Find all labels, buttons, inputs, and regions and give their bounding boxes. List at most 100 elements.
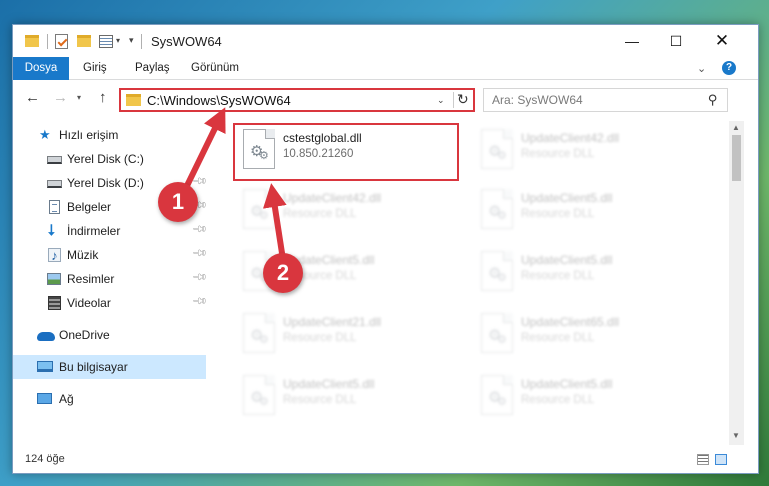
customize-toolbar-icon[interactable]: ▾: [129, 35, 134, 46]
file-item[interactable]: ⚙⚙ UpdateClient5.dll Resource DLL: [471, 245, 691, 305]
address-dropdown-icon[interactable]: ⌄: [437, 95, 445, 106]
videos-icon: [48, 296, 61, 310]
navigation-bar: ← → ▾ ↑ C:\Windows\SysWOW64 ⌄ ↻ Ara: Sys…: [13, 82, 758, 116]
address-path[interactable]: C:\Windows\SysWOW64: [147, 93, 291, 108]
file-item[interactable]: ⚙ ⚙ UpdateClient21.dll Resource DLL: [233, 307, 453, 367]
pictures-icon: [47, 273, 61, 285]
file-item[interactable]: ⚙⚙ UpdateClient5.dll Resource DLL: [471, 183, 691, 243]
sidebar-item-videos[interactable]: Videolar 📌︎: [13, 291, 208, 315]
download-icon: ⭣: [48, 222, 56, 239]
sidebar-item-network[interactable]: Ağ: [13, 387, 206, 411]
up-arrow-icon[interactable]: ↑: [99, 89, 107, 106]
dll-file-icon: ⚙⚙: [481, 189, 513, 229]
file-item[interactable]: ⚙⚙ UpdateClient5.dll Resource DLL: [471, 369, 691, 429]
dll-file-icon: ⚙⚙: [243, 313, 275, 353]
forward-arrow-icon[interactable]: →: [53, 89, 68, 106]
title-separator: [141, 34, 142, 49]
sidebar-item-pictures[interactable]: Resimler 📌︎: [13, 267, 208, 291]
pin-icon[interactable]: 📌︎: [191, 173, 208, 190]
scroll-thumb[interactable]: [732, 135, 741, 181]
dll-file-icon: ⚙⚙: [481, 129, 513, 169]
dll-file-icon: ⚙⚙: [243, 189, 275, 229]
expand-ribbon-icon[interactable]: ⌄: [697, 62, 706, 75]
sidebar-item-label: Ağ: [59, 392, 74, 406]
details-view-icon[interactable]: [697, 454, 709, 465]
search-icon[interactable]: ⚲: [708, 92, 718, 108]
file-name: UpdateClient21.dll: [283, 315, 382, 329]
ribbon-tabs: Dosya Giriş Paylaş Görünüm ⌄ ?: [13, 57, 758, 80]
vertical-scrollbar[interactable]: ▲ ▼: [729, 121, 744, 445]
tab-share[interactable]: Paylaş: [127, 57, 178, 80]
dll-file-icon: ⚙⚙: [243, 375, 275, 415]
pin-icon[interactable]: 📌︎: [191, 221, 208, 238]
minimize-button[interactable]: —: [609, 25, 655, 57]
scroll-down-icon[interactable]: ▼: [732, 431, 740, 440]
file-name: UpdateClient5.dll: [521, 191, 613, 205]
chevron-down-icon[interactable]: ▾: [116, 36, 120, 45]
window-title: SysWOW64: [151, 34, 222, 49]
sidebar-item-music[interactable]: ♪ Müzik 📌︎: [13, 243, 208, 267]
back-arrow-icon[interactable]: ←: [25, 89, 40, 106]
navigation-pane: ★ Hızlı erişim Yerel Disk (C:) Yerel Dis…: [13, 121, 208, 449]
pin-icon[interactable]: 📌︎: [191, 293, 208, 310]
scroll-up-icon[interactable]: ▲: [732, 123, 740, 132]
sidebar-item-label: OneDrive: [59, 328, 110, 342]
new-folder-icon[interactable]: [77, 35, 91, 47]
recent-locations-icon[interactable]: ▾: [77, 93, 81, 102]
cloud-icon: [37, 332, 55, 341]
sidebar-item-label: Resimler: [67, 272, 115, 286]
folder-icon: [126, 94, 141, 106]
file-highlight-box: [233, 123, 459, 181]
sidebar-item-quick-access[interactable]: ★ Hızlı erişim: [13, 123, 206, 147]
folder-icon: [25, 35, 39, 47]
sidebar-item-label: Videolar: [67, 296, 111, 310]
file-item[interactable]: ⚙ ⚙ UpdateClient42.dll Resource DLL: [471, 123, 691, 183]
sidebar-item-label: Müzik: [67, 248, 99, 262]
pin-icon[interactable]: 📌︎: [191, 269, 208, 286]
file-description: Resource DLL: [521, 394, 595, 406]
file-description: Resource DLL: [283, 394, 357, 406]
sidebar-item-downloads[interactable]: ⭣ İndirmeler 📌︎: [13, 219, 208, 243]
sidebar-item-this-pc[interactable]: Bu bilgisayar: [13, 355, 206, 379]
file-name: UpdateClient5.dll: [521, 377, 613, 391]
sidebar-item-disk-c[interactable]: Yerel Disk (C:): [13, 147, 206, 171]
refresh-icon[interactable]: ↻: [457, 91, 469, 108]
network-icon: [37, 393, 52, 404]
file-name: UpdateClient42.dll: [283, 191, 382, 205]
file-description: Resource DLL: [521, 270, 595, 282]
file-name: UpdateClient65.dll: [521, 315, 620, 329]
tab-file[interactable]: Dosya: [13, 57, 69, 80]
file-description: Resource DLL: [521, 332, 595, 344]
large-icons-view-icon[interactable]: [715, 454, 727, 465]
sidebar-item-label: Yerel Disk (D:): [67, 176, 144, 190]
documents-icon: [49, 200, 60, 214]
music-icon: ♪: [48, 248, 61, 263]
file-description: Resource DLL: [521, 148, 595, 160]
view-icon[interactable]: [99, 35, 113, 48]
tab-view[interactable]: Görünüm: [183, 57, 247, 80]
pin-icon[interactable]: 📌︎: [191, 245, 208, 262]
sidebar-item-onedrive[interactable]: OneDrive: [13, 323, 206, 347]
file-item[interactable]: ⚙ ⚙ UpdateClient42.dll Resource DLL: [233, 183, 453, 243]
tab-home[interactable]: Giriş: [75, 57, 115, 80]
sidebar-item-label: Hızlı erişim: [59, 128, 119, 142]
file-item[interactable]: ⚙ ⚙ UpdateClient65.dll Resource DLL: [471, 307, 691, 367]
help-icon[interactable]: ?: [722, 61, 736, 75]
maximize-button[interactable]: ☐: [653, 25, 699, 57]
search-placeholder[interactable]: Ara: SysWOW64: [492, 93, 583, 107]
file-description: Resource DLL: [521, 208, 595, 220]
address-bar[interactable]: C:\Windows\SysWOW64 ⌄ ↻: [119, 88, 475, 112]
dll-file-icon: ⚙⚙: [481, 313, 513, 353]
file-name: UpdateClient5.dll: [283, 377, 375, 391]
status-bar: 124 öğe: [13, 449, 758, 473]
file-item[interactable]: ⚙⚙ UpdateClient5.dll Resource DLL: [233, 369, 453, 429]
toolbar-separator: [47, 34, 48, 49]
item-count: 124 öğe: [25, 453, 65, 465]
star-icon: ★: [39, 127, 51, 142]
dll-file-icon: ⚙⚙: [481, 251, 513, 291]
search-box[interactable]: Ara: SysWOW64 ⚲: [483, 88, 728, 112]
close-button[interactable]: ✕: [699, 25, 745, 57]
drive-icon: [47, 156, 62, 164]
properties-icon[interactable]: [55, 34, 68, 49]
address-separator: [453, 92, 454, 108]
